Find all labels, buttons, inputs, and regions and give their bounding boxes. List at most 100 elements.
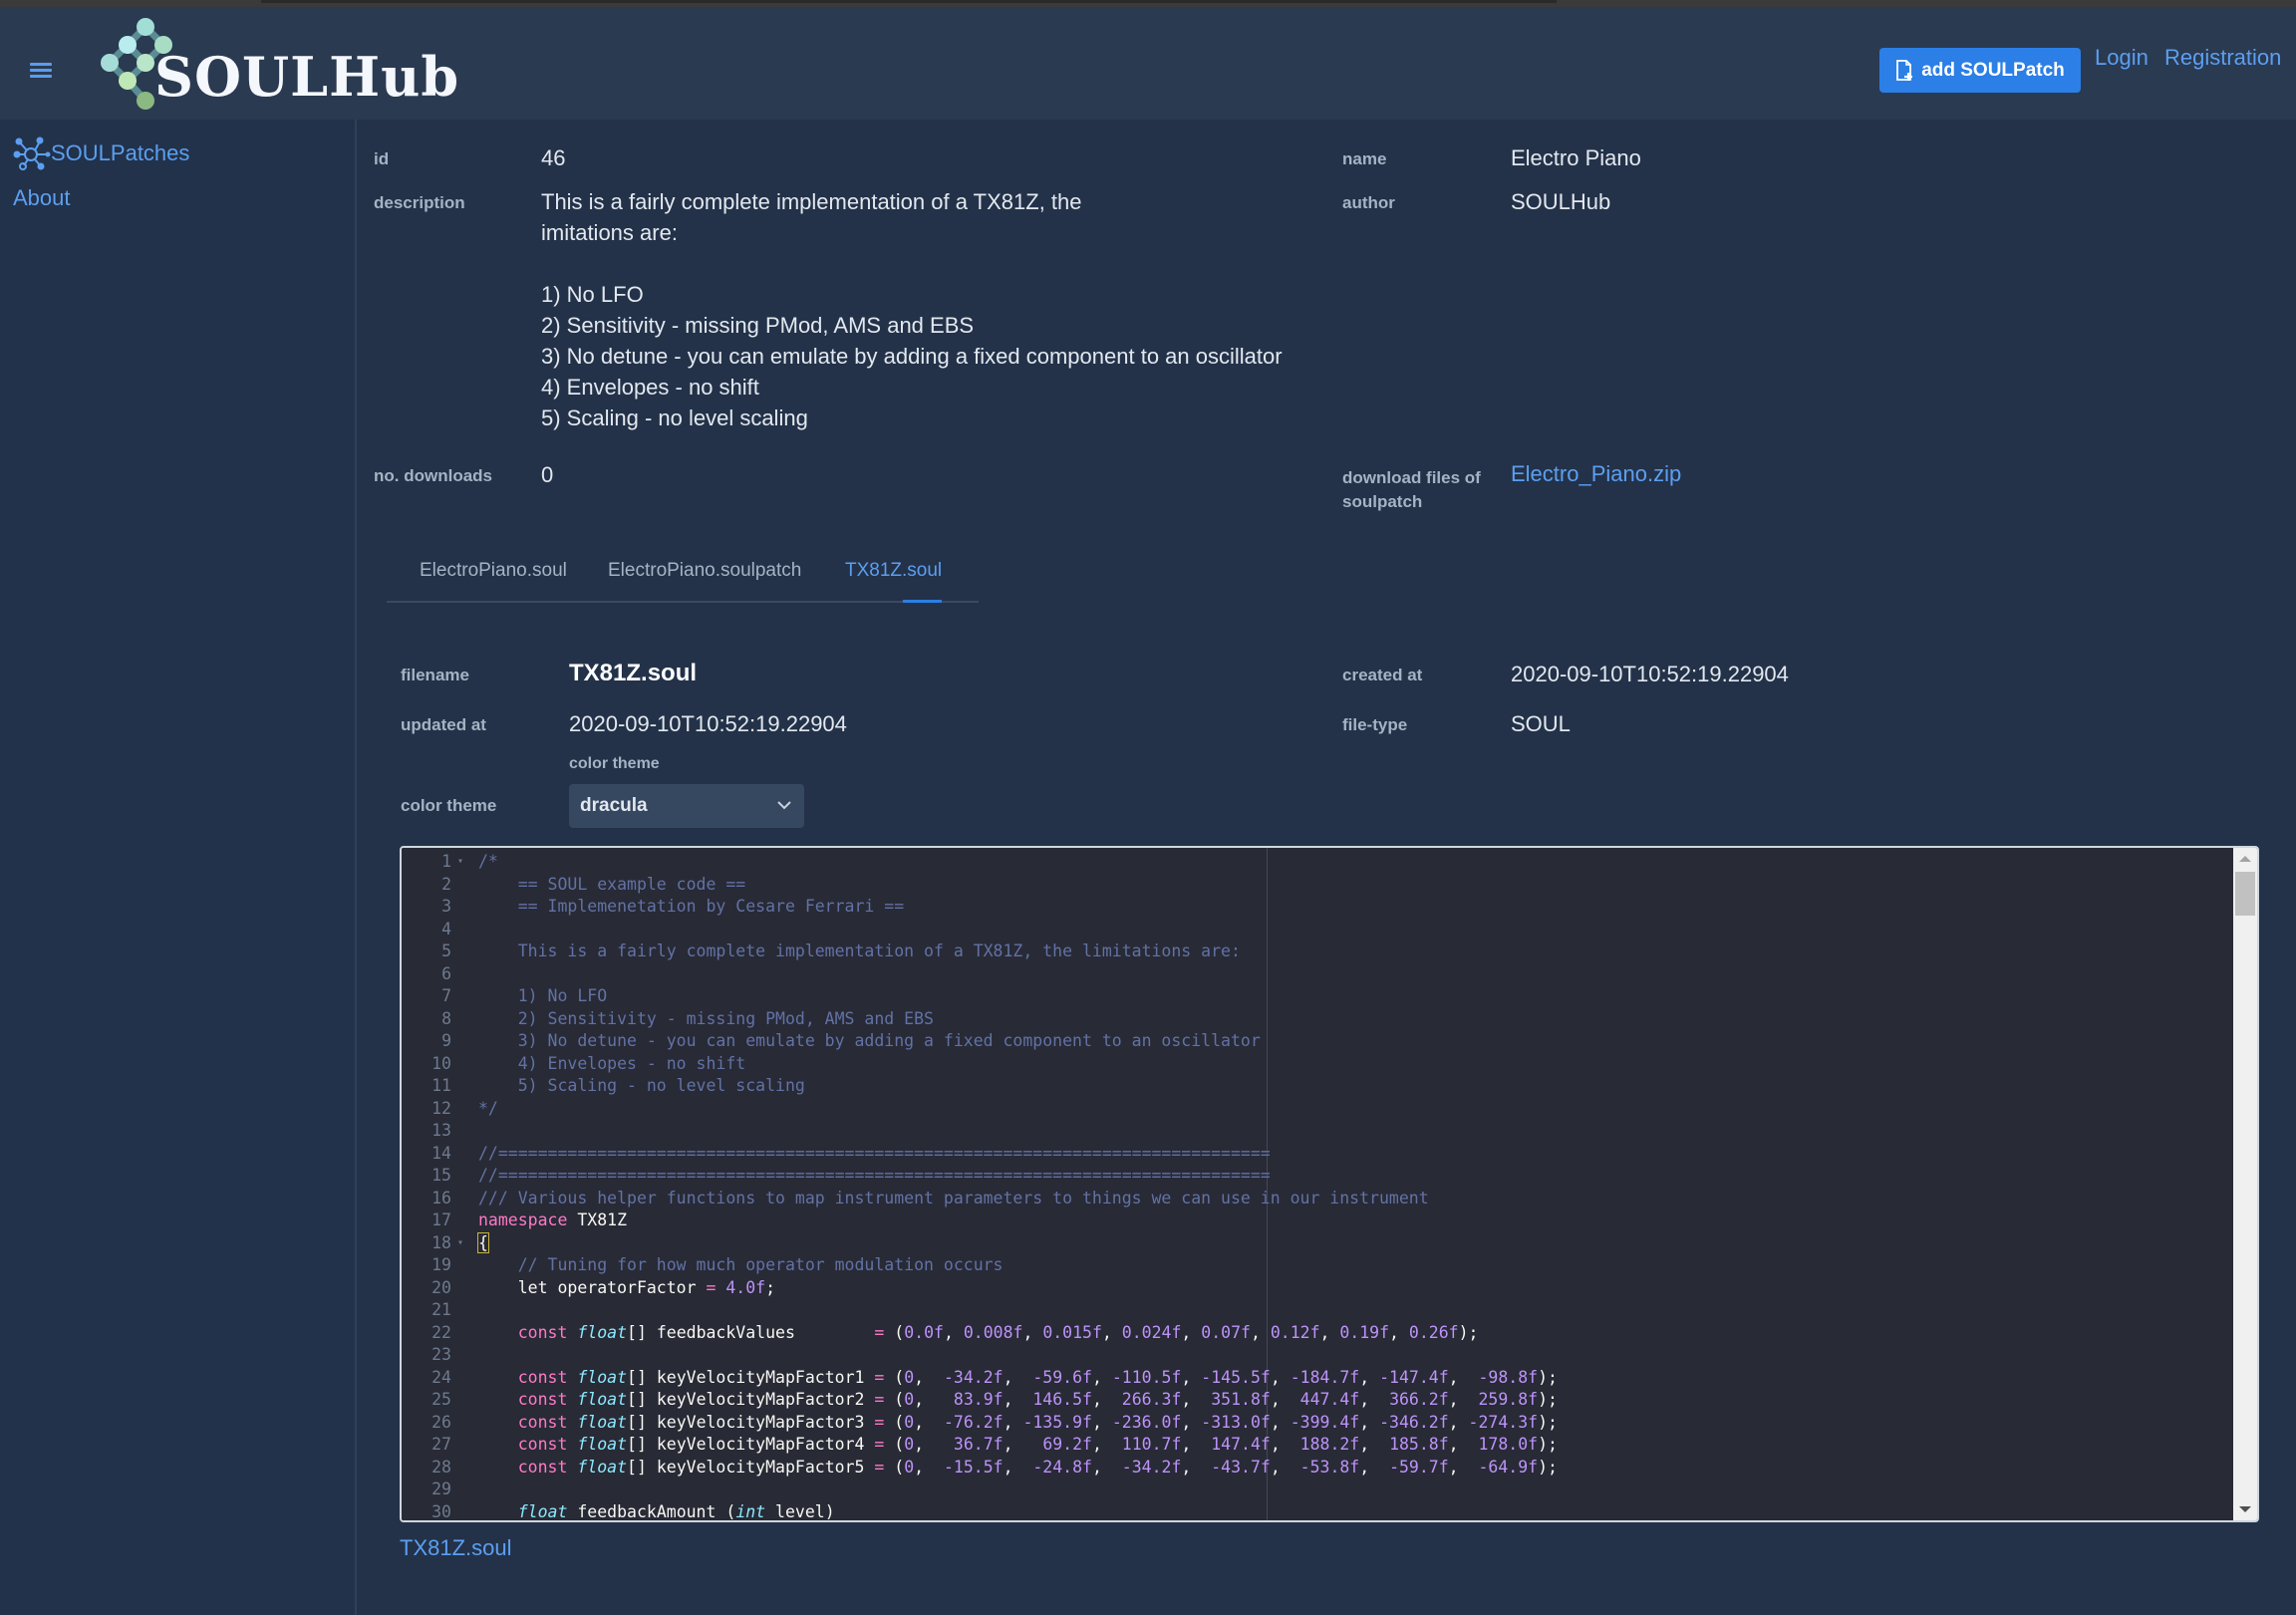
name-label: name (1342, 149, 1387, 168)
description-line: 3) No detune - you can emulate by adding… (541, 344, 1283, 369)
code-token-txt: , (1270, 1367, 1291, 1387)
tab-tx81z-soul[interactable]: TX81Z.soul (845, 560, 942, 582)
code-line: 26 const float[] keyVelocityMapFactor3 =… (402, 1412, 2215, 1435)
line-number: 4 (441, 919, 451, 939)
login-link[interactable]: Login (2095, 45, 2149, 71)
code-token-num: 0.008f (963, 1322, 1023, 1342)
code-token-txt: , (1101, 1322, 1122, 1342)
code-line: 4 (402, 919, 2215, 942)
code-token-txt: , (1003, 1457, 1033, 1477)
sidebar-item-about[interactable]: About (13, 185, 71, 211)
line-number: 19 (431, 1255, 451, 1274)
code-token-txt: , (1003, 1435, 1043, 1454)
code-token-txt: , (1270, 1412, 1291, 1432)
code-line: 13 (402, 1120, 2215, 1143)
fold-toggle-icon[interactable]: ▾ (457, 1232, 463, 1255)
menu-toggle-button[interactable] (30, 63, 52, 79)
tab-electropiano-soul[interactable]: ElectroPiano.soul (420, 560, 567, 582)
code-token-txt: , (1270, 1390, 1300, 1409)
scroll-up-arrow-icon[interactable] (2239, 856, 2251, 862)
code-token-com: /* (478, 852, 498, 871)
line-number: 13 (431, 1121, 451, 1140)
scroll-down-arrow-icon[interactable] (2239, 1506, 2251, 1512)
code-token-num: 0.024f (1121, 1322, 1182, 1342)
code-token-txt: , (1091, 1435, 1122, 1454)
id-label: id (374, 149, 390, 168)
code-token-txt: , (914, 1457, 944, 1477)
code-editor[interactable]: 1 ▾/* 2 == SOUL example code == 3 == Implem… (400, 846, 2259, 1522)
code-token-type: float (577, 1457, 628, 1477)
code-token-txt: , (1181, 1390, 1212, 1409)
code-line: 16 /// Various helper functions to map in… (402, 1188, 2215, 1211)
sidebar-item-soulpatches[interactable]: SOULPatches (13, 135, 189, 171)
code-text: */ (478, 1098, 498, 1121)
code-token-num: -76.2f (943, 1412, 1004, 1432)
created-at-value: 2020-09-10T10:52:19.22904 (1511, 662, 1789, 686)
scrollbar-thumb[interactable] (2235, 872, 2255, 916)
code-token-txt: [] keyVelocityMapFactor1 (627, 1367, 875, 1387)
file-download-link[interactable]: TX81Z.soul (400, 1535, 512, 1561)
code-text: let operatorFactor = 4.0f; (478, 1277, 775, 1300)
hamburger-icon-line (30, 75, 52, 78)
code-token-txt: ); (1538, 1367, 1558, 1387)
code-text: 3) No detune - you can emulate by adding… (478, 1030, 1261, 1053)
code-token-op: = (874, 1367, 885, 1387)
download-zip-link[interactable]: Electro_Piano.zip (1511, 461, 1681, 487)
code-token-com: /// Various helper functions to map inst… (478, 1188, 1429, 1208)
registration-link[interactable]: Registration (2164, 45, 2281, 71)
code-line: 9 3) No detune - you can emulate by addi… (402, 1030, 2215, 1053)
code-token-op: = (874, 1457, 885, 1477)
code-token-txt: , (1091, 1412, 1112, 1432)
soulhub-logo[interactable]: SOULHub (95, 17, 458, 117)
color-theme-select[interactable]: dracula (569, 784, 804, 828)
patch-detail: id 46 name Electro Piano description Thi… (359, 120, 2296, 1615)
code-text: const float[] feedbackValues = (0.0f, 0.… (478, 1322, 1479, 1345)
code-token-num: 0.015f (1042, 1322, 1102, 1342)
add-soulpatch-button[interactable]: add SOULPatch (1879, 48, 2081, 93)
code-token-txt: ( (884, 1412, 905, 1432)
code-token-txt: , (1003, 1390, 1033, 1409)
code-token-num: 351.8f (1211, 1390, 1271, 1409)
code-text: 2) Sensitivity - missing PMod, AMS and E… (478, 1008, 934, 1031)
code-token-txt: feedbackAmount ( (567, 1501, 736, 1521)
line-number: 3 (441, 897, 451, 916)
description-value: This is a fairly complete implementation… (541, 186, 1283, 433)
code-token-num: -98.8f (1478, 1367, 1539, 1387)
code-token-txt: , (1003, 1367, 1033, 1387)
code-token-op: = (874, 1435, 885, 1454)
code-token-txt: ); (1538, 1457, 1558, 1477)
code-token-txt: ( (884, 1390, 905, 1409)
code-line: 20 let operatorFactor = 4.0f; (402, 1277, 2215, 1300)
code-text: //======================================… (478, 1165, 1271, 1188)
download-files-label-line: download files of (1342, 468, 1481, 487)
code-token-txt: , (1091, 1367, 1112, 1387)
line-number: 27 (431, 1435, 451, 1454)
color-theme-field-label: color theme (569, 755, 660, 772)
code-line: 15 //====================================… (402, 1165, 2215, 1188)
code-token-txt: , (914, 1435, 954, 1454)
code-token-num: 0 (904, 1367, 915, 1387)
code-token-num: -59.7f (1389, 1457, 1449, 1477)
code-token-txt: , (1448, 1390, 1479, 1409)
code-token-com: 5) Scaling - no level scaling (478, 1076, 805, 1095)
chevron-down-icon (777, 801, 791, 810)
filename-label: filename (401, 666, 469, 684)
code-line: 28 const float[] keyVelocityMapFactor5 =… (402, 1457, 2215, 1480)
line-number: 2 (441, 874, 451, 894)
editor-scrollbar[interactable] (2233, 848, 2257, 1520)
code-token-num: -346.2f (1379, 1412, 1449, 1432)
code-token-txt: , (1003, 1412, 1023, 1432)
file-tabs: ElectroPiano.soul ElectroPiano.soulpatch… (387, 548, 979, 603)
code-line: 1 ▾ /* (402, 851, 2215, 874)
code-token-num: -34.2f (1121, 1457, 1182, 1477)
code-token-op: = (874, 1412, 885, 1432)
fold-toggle-icon[interactable]: ▾ (457, 851, 463, 874)
code-token-txt: , (1359, 1457, 1390, 1477)
code-token-num: -399.4f (1290, 1412, 1360, 1432)
code-token-txt: ( (884, 1322, 905, 1342)
tab-electropiano-soulpatch[interactable]: ElectroPiano.soulpatch (608, 560, 801, 582)
code-token-num: 0.12f (1270, 1322, 1320, 1342)
